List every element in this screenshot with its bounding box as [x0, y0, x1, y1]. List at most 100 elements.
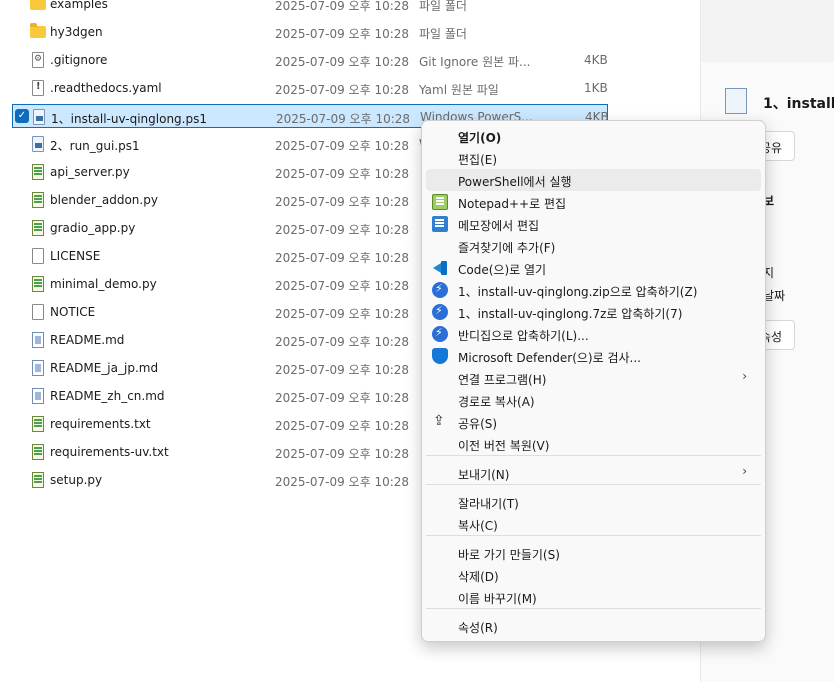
config-file-icon — [32, 52, 44, 68]
menu-item[interactable]: 보내기(N) › — [426, 462, 761, 484]
file-name: hy3dgen — [50, 25, 103, 39]
file-type: 파일 폴더 — [419, 27, 467, 41]
file-date: 2025-07-09 오후 10:28 — [275, 139, 410, 153]
bandizip-icon — [432, 282, 448, 298]
menu-item[interactable]: 1、install-uv-qinglong.zip으로 압축하기(Z) — [426, 279, 761, 301]
vscode-icon — [432, 260, 448, 276]
menu-separator — [426, 484, 761, 485]
file-size: 4KB — [584, 53, 608, 67]
menu-item[interactable]: PowerShell에서 실행 — [426, 169, 761, 191]
file-name: README_zh_cn.md — [50, 389, 165, 403]
menu-separator — [426, 535, 761, 536]
file-row[interactable]: .readthedocs.yaml 2025-07-09 오후 10:28 Yaml… — [12, 76, 608, 100]
bandizip-icon — [432, 326, 448, 342]
notepad-icon — [432, 216, 448, 232]
menu-item[interactable]: 이름 바꾸기(M) — [426, 586, 761, 608]
menu-item-label: 이전 버전 복원(V) — [458, 439, 550, 453]
menu-item-label: Code(으)로 열기 — [458, 263, 547, 277]
file-name: README.md — [50, 333, 125, 347]
python-file-icon — [32, 276, 44, 292]
file-name: .readthedocs.yaml — [50, 81, 162, 95]
file-row[interactable]: .gitignore 2025-07-09 오후 10:28 Git Ignore … — [12, 48, 608, 72]
details-header-band — [701, 0, 834, 62]
file-date: 2025-07-09 오후 10:28 — [275, 279, 410, 293]
python-file-icon — [32, 164, 44, 180]
chevron-right-icon: › — [742, 464, 747, 478]
file-date: 2025-07-09 오후 10:28 — [276, 112, 411, 126]
file-date: 2025-07-09 오후 10:28 — [275, 27, 410, 41]
menu-item-label: PowerShell에서 실행 — [458, 175, 572, 189]
file-name: examples — [50, 0, 108, 11]
file-date: 2025-07-09 오후 10:28 — [275, 335, 410, 349]
document-icon — [32, 304, 44, 320]
file-date: 2025-07-09 오후 10:28 — [275, 83, 410, 97]
file-type: 파일 폴더 — [419, 0, 467, 13]
file-explorer-window: examples 2025-07-09 오후 10:28 파일 폴더 hy3dgen 2… — [0, 0, 834, 682]
file-name: minimal_demo.py — [50, 277, 157, 291]
menu-item-label: Microsoft Defender(으)로 검사... — [458, 351, 641, 365]
context-menu: 열기(O) 편집(E) PowerShell에서 실행 Notepad++로 편집메모… — [421, 120, 766, 642]
menu-item[interactable]: 즐겨찾기에 추가(F) — [426, 235, 761, 257]
menu-item-label: 보내기(N) — [458, 468, 510, 482]
menu-item[interactable]: 바로 가기 만들기(S) — [426, 542, 761, 564]
file-name: 1、install-uv-qinglong.ps1 — [51, 112, 207, 126]
menu-item[interactable]: 복사(C) — [426, 513, 761, 535]
menu-item[interactable]: 공유(S) — [426, 411, 761, 433]
menu-item[interactable]: 반디집으로 압축하기(L)... — [426, 323, 761, 345]
folder-icon — [30, 23, 46, 38]
document-icon — [32, 248, 44, 264]
menu-item[interactable]: 열기(O) — [426, 125, 761, 147]
menu-item[interactable]: 1、install-uv-qinglong.7z로 압축하기(7) — [426, 301, 761, 323]
menu-item[interactable]: 경로로 복사(A) — [426, 389, 761, 411]
menu-item[interactable]: 메모장에서 편집 — [426, 213, 761, 235]
file-type: Yaml 원본 파일 — [419, 83, 499, 97]
menu-item-label: 삭제(D) — [458, 570, 499, 584]
menu-item-label: 열기(O) — [458, 131, 502, 145]
yaml-file-icon — [32, 80, 44, 96]
file-date: 2025-07-09 오후 10:28 — [275, 0, 410, 13]
file-name: NOTICE — [50, 305, 96, 319]
bandizip-icon — [432, 304, 448, 320]
menu-item-label: 잘라내기(T) — [458, 497, 519, 511]
file-row[interactable]: examples 2025-07-09 오후 10:28 파일 폴더 — [12, 0, 608, 16]
menu-item-label: 1、install-uv-qinglong.7z로 압축하기(7) — [458, 307, 683, 321]
menu-separator — [426, 608, 761, 609]
menu-item-label: 1、install-uv-qinglong.zip으로 압축하기(Z) — [458, 285, 698, 299]
file-date: 2025-07-09 오후 10:28 — [275, 251, 410, 265]
powershell-file-large-icon — [725, 88, 747, 114]
menu-item[interactable]: 이전 버전 복원(V) — [426, 433, 761, 455]
menu-item[interactable]: 속성(R) — [426, 615, 761, 637]
menu-item[interactable]: Code(으)로 열기 — [426, 257, 761, 279]
menu-item[interactable]: Microsoft Defender(으)로 검사... — [426, 345, 761, 367]
menu-item-label: 반디집으로 압축하기(L)... — [458, 329, 589, 343]
powershell-file-icon — [32, 136, 44, 152]
menu-item[interactable]: Notepad++로 편집 — [426, 191, 761, 213]
menu-item[interactable]: 삭제(D) — [426, 564, 761, 586]
file-date: 2025-07-09 오후 10:28 — [275, 167, 410, 181]
file-date: 2025-07-09 오후 10:28 — [275, 195, 410, 209]
file-row[interactable]: hy3dgen 2025-07-09 오후 10:28 파일 폴더 — [12, 20, 608, 44]
menu-item-label: Notepad++로 편집 — [458, 197, 567, 211]
menu-item[interactable]: 편집(E) — [426, 147, 761, 169]
menu-item-label: 연결 프로그램(H) — [458, 373, 547, 387]
file-date: 2025-07-09 오후 10:28 — [275, 447, 410, 461]
menu-item[interactable]: 연결 프로그램(H) › — [426, 367, 761, 389]
file-date: 2025-07-09 오후 10:28 — [275, 55, 410, 69]
menu-item-label: 경로로 복사(A) — [458, 395, 535, 409]
file-date: 2025-07-09 오후 10:28 — [275, 307, 410, 321]
menu-item[interactable]: 잘라내기(T) — [426, 491, 761, 513]
file-name: requirements.txt — [50, 417, 151, 431]
checkmark-icon[interactable]: ✓ — [15, 109, 29, 123]
python-file-icon — [32, 220, 44, 236]
menu-separator — [426, 455, 761, 456]
file-size: 1KB — [584, 81, 608, 95]
file-name: requirements-uv.txt — [50, 445, 169, 459]
chevron-right-icon: › — [742, 369, 747, 383]
file-name: LICENSE — [50, 249, 101, 263]
powershell-file-icon — [33, 109, 45, 125]
file-name: api_server.py — [50, 165, 130, 179]
file-date: 2025-07-09 오후 10:28 — [275, 223, 410, 237]
menu-item-label: 공유(S) — [458, 417, 498, 431]
file-name: README_ja_jp.md — [50, 361, 159, 375]
markdown-file-icon — [32, 332, 44, 348]
